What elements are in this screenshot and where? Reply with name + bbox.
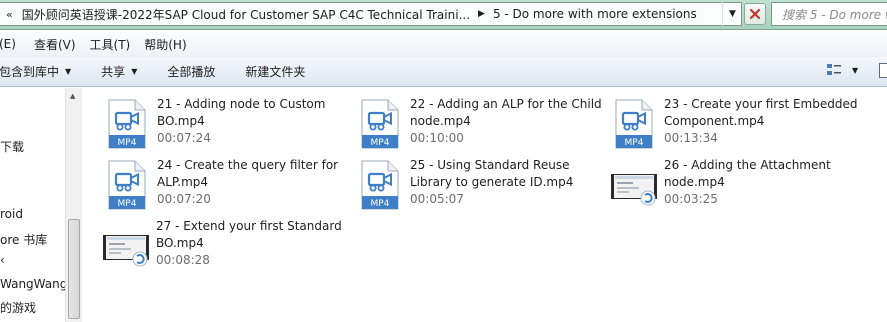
include-in-library-label: 包含到库中 (0, 65, 60, 79)
file-item[interactable]: MP4 25 - Using Standard Reuse Library to… (360, 157, 610, 215)
file-item[interactable]: 27 - Extend your first Standard BO.mp4 0… (102, 218, 352, 276)
search-input[interactable]: 搜索 5 - Do more with more extensions (771, 2, 887, 26)
include-in-library-button[interactable]: 包含到库中 ▼ (0, 63, 71, 80)
address-bar[interactable]: « 国外顾问英语授课-2022年SAP Cloud for Customer S… (0, 2, 742, 26)
menu-help[interactable]: 帮助(H) (144, 36, 186, 53)
change-view-button[interactable]: ▼ (826, 63, 858, 77)
file-item[interactable]: MP4 21 - Adding node to Custom BO.mp4 00… (107, 96, 357, 154)
file-item[interactable]: 26 - Adding the Attachment node.mp4 00:0… (610, 157, 860, 215)
menu-edit[interactable]: (E) (0, 37, 16, 51)
svg-text:MP4: MP4 (118, 138, 137, 148)
video-thumbnail-icon (611, 174, 657, 206)
share-label: 共享 (101, 65, 126, 79)
overflow-chevron-icon[interactable]: « (0, 8, 19, 21)
preview-pane-button[interactable] (879, 63, 887, 78)
svg-text:MP4: MP4 (371, 138, 390, 148)
new-folder-button[interactable]: 新建文件夹 (245, 63, 305, 80)
file-list: MP4 21 - Adding node to Custom BO.mp4 00… (83, 88, 887, 322)
file-name: 25 - Using Standard Reuse Library to gen… (410, 158, 574, 189)
file-duration: 00:07:20 (157, 192, 211, 206)
svg-text:MP4: MP4 (118, 199, 137, 209)
svg-text:MP4: MP4 (371, 199, 390, 209)
chevron-down-icon: ▼ (131, 67, 138, 76)
address-dropdown-icon[interactable]: ▼ (722, 2, 742, 26)
nav-item-games[interactable]: 的游戏 (0, 299, 36, 316)
file-name: 24 - Create the query filter for ALP.mp4 (157, 158, 339, 189)
nav-item-library[interactable]: ore 书库 (0, 231, 47, 248)
file-item[interactable]: MP4 22 - Adding an ALP for the Child nod… (360, 96, 610, 154)
file-duration: 00:08:28 (156, 253, 210, 267)
menu-tools[interactable]: 工具(T) (90, 36, 131, 53)
nav-item-android[interactable]: roid (0, 207, 23, 221)
scrollbar-thumb[interactable] (68, 219, 80, 319)
mp4-video-icon: MP4 (361, 160, 399, 210)
share-button[interactable]: 共享 ▼ (101, 63, 137, 80)
address-bar-row: « 国外顾问英语授课-2022年SAP Cloud for Customer S… (0, 0, 887, 30)
play-all-button[interactable]: 全部播放 (167, 63, 215, 80)
mp4-video-icon: MP4 (108, 99, 146, 149)
file-duration: 00:13:34 (664, 131, 718, 145)
view-options-icon (827, 64, 841, 75)
file-item[interactable]: MP4 24 - Create the query filter for ALP… (107, 157, 357, 215)
nav-item-wangwang[interactable]: WangWang (0, 277, 67, 291)
file-name: 26 - Adding the Attachment node.mp4 (664, 158, 831, 189)
file-duration: 00:05:07 (410, 192, 464, 206)
chevron-down-icon: ▼ (852, 65, 859, 75)
file-item[interactable]: MP4 23 - Create your first Embedded Comp… (614, 96, 864, 154)
file-duration: 00:10:00 (410, 131, 464, 145)
file-duration: 00:03:25 (664, 192, 718, 206)
nav-item-downloads[interactable]: 下载 (0, 138, 24, 155)
breadcrumb-current[interactable]: 5 - Do more with more extensions (490, 7, 700, 21)
nav-scrollbar[interactable]: ▲ (65, 88, 82, 322)
search-placeholder: 搜索 5 - Do more with more extensions (782, 7, 887, 22)
breadcrumb-parent[interactable]: 国外顾问英语授课-2022年SAP Cloud for Customer SAP… (19, 6, 473, 23)
menu-bar: (E) 查看(V) 工具(T) 帮助(H) (0, 31, 887, 57)
mp4-video-icon: MP4 (615, 99, 653, 149)
mp4-video-icon: MP4 (361, 99, 399, 149)
close-button[interactable] (744, 3, 766, 25)
svg-text:MP4: MP4 (625, 138, 644, 148)
file-name: 21 - Adding node to Custom BO.mp4 (157, 97, 326, 128)
nav-item-partial[interactable]: ‹ (0, 253, 5, 267)
video-thumbnail-icon (103, 235, 149, 267)
navigation-pane: 下载 roid ore 书库 ‹ WangWang 的游戏 ▲ (0, 88, 82, 322)
scroll-up-arrow-icon[interactable]: ▲ (70, 92, 75, 100)
file-name: 22 - Adding an ALP for the Child node.mp… (410, 97, 602, 128)
command-bar: 包含到库中 ▼ 共享 ▼ 全部播放 新建文件夹 ▼ (0, 57, 887, 87)
chevron-down-icon: ▼ (65, 67, 72, 76)
file-duration: 00:07:24 (157, 131, 211, 145)
file-name: 23 - Create your first Embedded Componen… (664, 97, 858, 128)
file-name: 27 - Extend your first Standard BO.mp4 (156, 219, 342, 250)
mp4-video-icon: MP4 (108, 160, 146, 210)
close-x-icon (749, 8, 761, 20)
breadcrumb-separator-icon[interactable]: ▶ (473, 9, 490, 19)
menu-view[interactable]: 查看(V) (34, 36, 76, 53)
